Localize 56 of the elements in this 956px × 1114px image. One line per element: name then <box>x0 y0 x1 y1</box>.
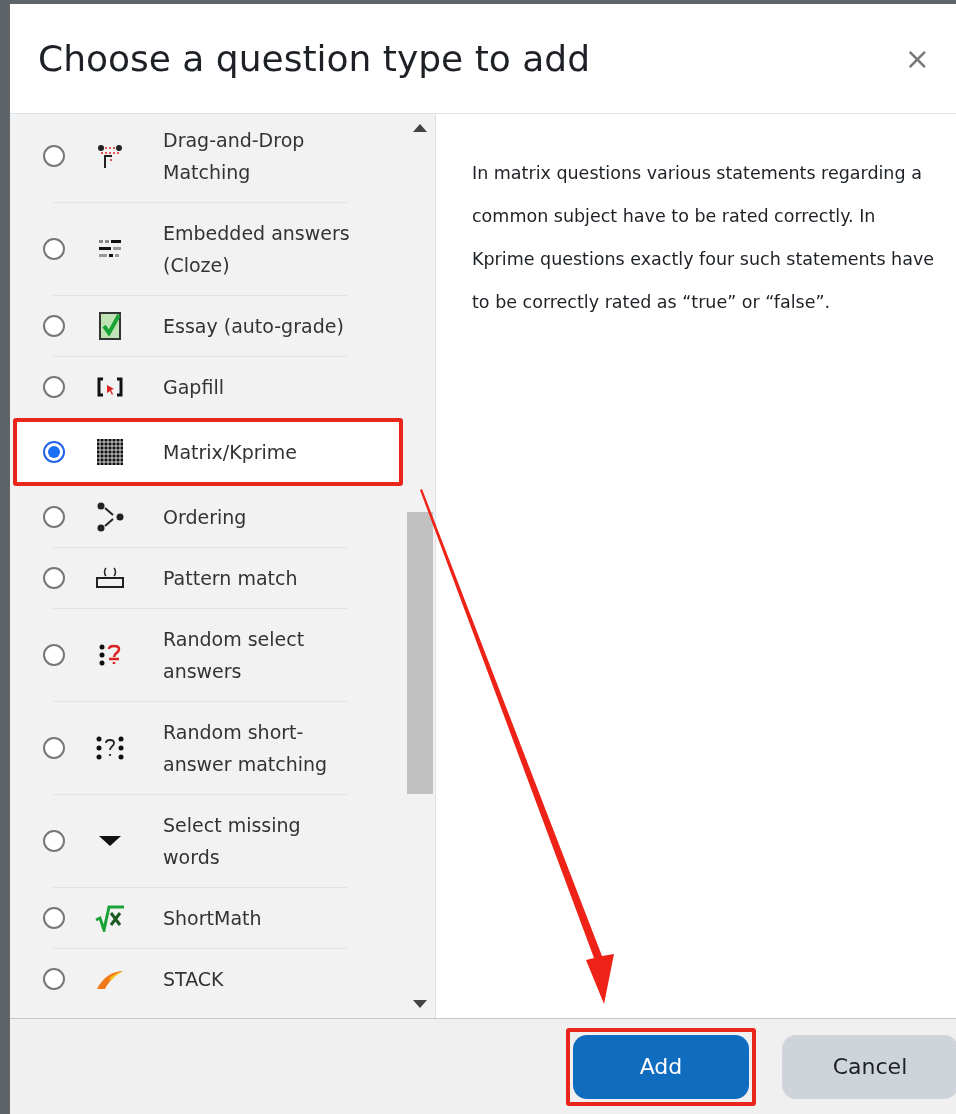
radio-button[interactable] <box>43 506 65 528</box>
square-root-icon <box>95 904 125 932</box>
option-label: Drag-and-Drop Matching <box>163 128 306 185</box>
scroll-up-icon[interactable] <box>413 124 427 132</box>
dialog-title: Choose a question type to add <box>38 36 591 81</box>
question-type-option[interactable]: Gapfill <box>10 357 405 417</box>
radio-button[interactable] <box>43 644 65 666</box>
question-type-option[interactable]: Random select answers <box>10 609 405 701</box>
radio-button[interactable] <box>43 567 65 589</box>
option-label: Select missing words <box>163 813 302 870</box>
random-question-icon <box>98 642 122 668</box>
drag-drop-icon <box>97 143 123 169</box>
option-label: Ordering <box>163 505 248 530</box>
pattern-icon <box>95 566 125 590</box>
radio-button[interactable] <box>43 145 65 167</box>
dropdown-triangle-icon <box>98 835 122 847</box>
close-button[interactable]: × <box>896 36 938 81</box>
bracket-cursor-icon <box>97 376 123 398</box>
scrollbar-thumb[interactable] <box>407 512 433 794</box>
blanks-icon <box>97 238 123 260</box>
option-label: ShortMath <box>163 906 263 931</box>
dialog-button[interactable]: Add <box>573 1034 749 1099</box>
radio-button[interactable] <box>43 907 65 929</box>
flame-icon <box>95 969 125 989</box>
question-type-option[interactable]: Drag-and-Drop Matching <box>10 114 405 202</box>
question-type-option[interactable]: STACK <box>10 949 405 1009</box>
dotted-question-icon <box>95 735 125 761</box>
option-label: Embedded answers (Cloze) <box>163 221 351 278</box>
option-label: Gapfill <box>163 375 225 400</box>
dialog-button[interactable]: Cancel <box>782 1034 956 1099</box>
option-label: Essay (auto-grade) <box>163 314 345 339</box>
question-type-option[interactable]: Pattern match <box>10 548 405 608</box>
question-type-option[interactable]: Ordering <box>10 487 405 547</box>
option-label: Matrix/Kprime <box>163 440 299 465</box>
radio-button[interactable] <box>43 830 65 852</box>
radio-button[interactable] <box>43 441 65 463</box>
option-label: STACK <box>163 967 225 992</box>
ordering-icon <box>96 502 124 532</box>
option-label: Random select answers <box>163 627 306 684</box>
option-label: Pattern match <box>163 566 299 591</box>
checked-document-icon <box>98 311 122 341</box>
radio-button[interactable] <box>43 737 65 759</box>
question-type-description: In matrix questions various statements regarding a common subject have to be rated correctly. In Kprime questions exactly four such statements have to be correctly rated as “true” or “false”. <box>472 162 936 314</box>
radio-button[interactable] <box>43 968 65 990</box>
radio-button[interactable] <box>43 315 65 337</box>
option-label: Random short-answer matching <box>163 720 329 777</box>
question-type-option[interactable]: Matrix/Kprime <box>13 418 403 486</box>
radio-button[interactable] <box>43 376 65 398</box>
question-type-option[interactable]: Select missing words <box>10 795 405 887</box>
question-type-option[interactable]: Embedded answers (Cloze) <box>10 203 405 295</box>
question-type-option[interactable]: ShortMath <box>10 888 405 948</box>
question-type-option[interactable]: Essay (auto-grade) <box>10 296 405 356</box>
scroll-down-icon[interactable] <box>413 1000 427 1008</box>
question-type-option[interactable]: Random short-answer matching <box>10 702 405 794</box>
grid-icon <box>96 438 124 466</box>
radio-button[interactable] <box>43 238 65 260</box>
